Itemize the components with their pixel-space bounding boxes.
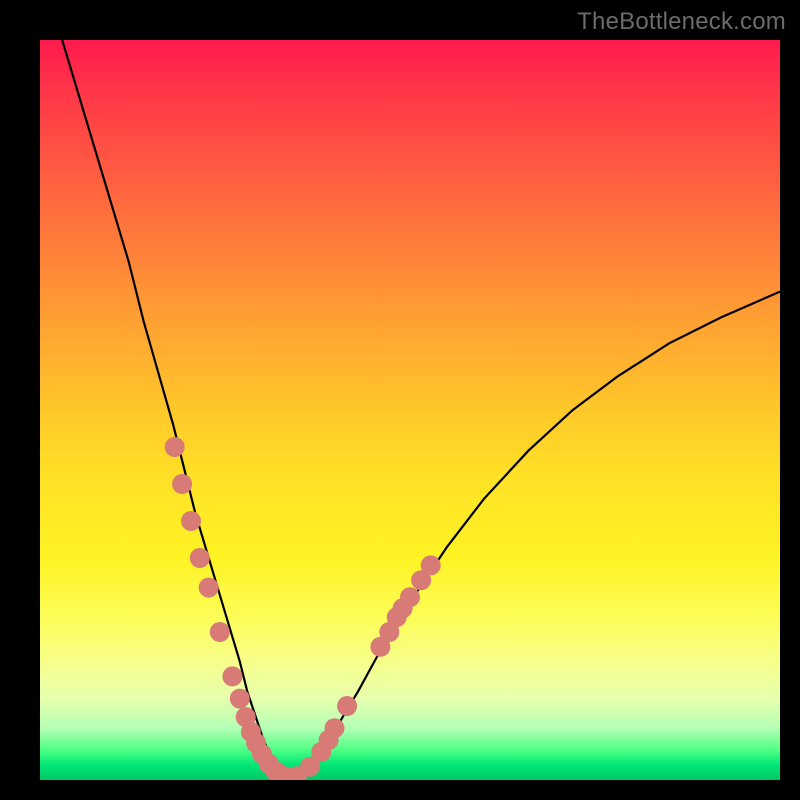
plot-area [40,40,780,780]
marker-dot [325,718,345,738]
marker-dot [165,437,185,457]
bottleneck-curve [62,40,780,775]
watermark-text: TheBottleneck.com [577,8,786,36]
marker-dot [222,666,242,686]
marker-dot [337,696,357,716]
marker-dot [199,578,219,598]
marker-dot [400,587,420,607]
marker-dot [230,689,250,709]
marker-group [165,437,441,780]
marker-dot [210,622,230,642]
marker-dot [172,474,192,494]
marker-dot [181,511,201,531]
curve-svg [40,40,780,780]
marker-dot [190,548,210,568]
marker-dot [421,555,441,575]
chart-frame: TheBottleneck.com [0,0,800,800]
